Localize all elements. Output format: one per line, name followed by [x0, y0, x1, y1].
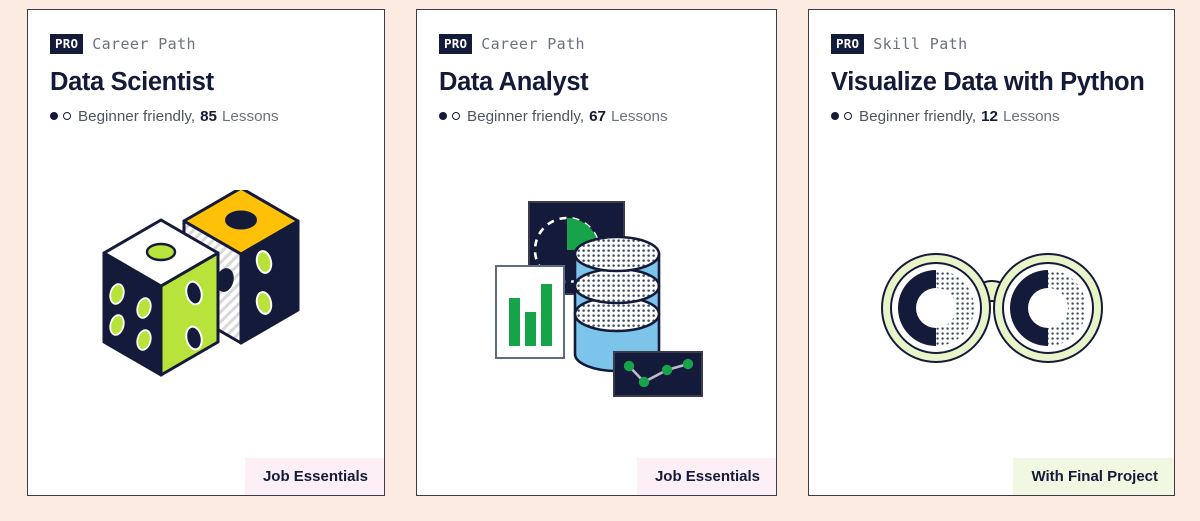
card-header: PRO Career Path Data Analyst Beginner fr…	[417, 10, 776, 125]
card-illustration	[28, 125, 384, 495]
lesson-word: Lessons	[1002, 107, 1060, 125]
course-card-grid: PRO Career Path Data Scientist Beginner …	[0, 0, 1200, 521]
course-card-data-analyst[interactable]: PRO Career Path Data Analyst Beginner fr…	[416, 9, 777, 496]
difficulty-dot-empty-icon	[63, 112, 71, 121]
card-header: PRO Career Path Data Scientist Beginner …	[28, 10, 384, 125]
binoculars-icon	[880, 252, 1103, 363]
pro-badge: PRO	[439, 33, 473, 55]
card-eyebrow: PRO Skill Path	[831, 33, 1152, 55]
path-type-label: Skill Path	[873, 35, 968, 53]
difficulty-dots	[831, 112, 852, 121]
lesson-count: 85	[200, 107, 217, 125]
difficulty-label: Beginner friendly,	[78, 107, 196, 125]
status-badge: With Final Project	[1013, 458, 1174, 495]
path-type-label: Career Path	[481, 35, 585, 53]
card-meta: Beginner friendly, 85 Lessons	[50, 108, 362, 125]
difficulty-dot-filled-icon	[50, 112, 58, 121]
course-card-data-scientist[interactable]: PRO Career Path Data Scientist Beginner …	[27, 9, 385, 496]
course-card-visualize-data-with-python[interactable]: PRO Skill Path Visualize Data with Pytho…	[808, 9, 1175, 496]
pro-badge: PRO	[831, 33, 865, 55]
difficulty-label: Beginner friendly,	[467, 107, 585, 125]
difficulty-dot-empty-icon	[844, 112, 852, 121]
card-eyebrow: PRO Career Path	[50, 33, 362, 55]
card-header: PRO Skill Path Visualize Data with Pytho…	[809, 10, 1174, 125]
card-illustration	[417, 125, 776, 495]
status-badge: Job Essentials	[636, 458, 776, 495]
status-badge: Job Essentials	[244, 458, 384, 495]
lesson-word: Lessons	[221, 107, 279, 125]
page-title: Data Scientist	[50, 68, 214, 96]
dice-pair-icon	[102, 190, 300, 377]
difficulty-dot-empty-icon	[452, 112, 460, 121]
lesson-count: 67	[589, 107, 606, 125]
card-eyebrow: PRO Career Path	[439, 33, 754, 55]
path-type-label: Career Path	[92, 35, 196, 53]
difficulty-dots	[439, 112, 460, 121]
database-charts-icon	[495, 201, 703, 398]
difficulty-label: Beginner friendly,	[859, 107, 977, 125]
page-title: Visualize Data with Python	[831, 68, 1145, 96]
difficulty-dot-filled-icon	[439, 112, 447, 121]
lesson-word: Lessons	[610, 107, 668, 125]
difficulty-dots	[50, 112, 71, 121]
card-meta: Beginner friendly, 12 Lessons	[831, 108, 1152, 125]
card-illustration	[809, 125, 1174, 495]
difficulty-dot-filled-icon	[831, 112, 839, 121]
page-title: Data Analyst	[439, 68, 589, 96]
card-meta: Beginner friendly, 67 Lessons	[439, 108, 754, 125]
lesson-count: 12	[981, 107, 998, 125]
pro-badge: PRO	[50, 33, 84, 55]
